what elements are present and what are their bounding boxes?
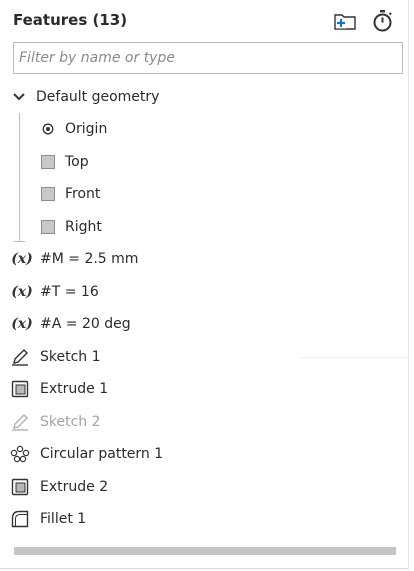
feature-label: Sketch 2 <box>40 414 101 430</box>
plane-icon <box>38 217 58 237</box>
feature-label: Fillet 1 <box>40 511 87 527</box>
sketch-icon <box>10 347 30 367</box>
geometry-item-origin[interactable]: Origin <box>38 115 408 143</box>
chevron-down-icon[interactable] <box>9 87 29 107</box>
origin-icon <box>38 119 58 139</box>
panel-header: Features (13) <box>13 9 398 33</box>
geometry-item-label: Right <box>65 219 102 235</box>
feature-item-extrude-1[interactable]: Extrude 1 <box>10 375 408 403</box>
feature-label: Extrude 1 <box>40 381 109 397</box>
panel-title: Features (13) <box>13 11 128 29</box>
variable-icon: (x) <box>11 316 33 332</box>
tree-guide-end <box>14 241 25 242</box>
variable-label: #M = 2.5 mm <box>40 251 139 267</box>
stopwatch-icon[interactable] <box>370 9 396 33</box>
extrude-icon <box>10 379 30 399</box>
filter-input[interactable] <box>14 43 402 73</box>
folder-add-icon[interactable] <box>333 9 359 33</box>
filter-input-box[interactable] <box>13 42 403 74</box>
fillet-icon <box>10 509 30 529</box>
geometry-item-label: Origin <box>65 121 108 137</box>
circular-pattern-icon <box>10 444 30 464</box>
geometry-item-top[interactable]: Top <box>38 148 408 176</box>
variable-item[interactable]: (x) #A = 20 deg <box>10 310 408 338</box>
variable-item[interactable]: (x) #M = 2.5 mm <box>10 245 408 273</box>
variable-label: #A = 20 deg <box>40 316 131 332</box>
extrude-icon <box>10 477 30 497</box>
feature-item-circular-pattern-1[interactable]: Circular pattern 1 <box>10 440 408 468</box>
feature-item-extrude-2[interactable]: Extrude 2 <box>10 473 408 501</box>
feature-item-sketch-1[interactable]: Sketch 1 <box>10 343 408 371</box>
default-geometry-group[interactable]: Default geometry <box>9 83 408 111</box>
variable-icon: (x) <box>11 284 33 300</box>
horizontal-scrollbar[interactable] <box>14 547 396 555</box>
feature-list-panel: Features (13) Default geometry <box>0 0 409 569</box>
variable-icon: (x) <box>11 251 33 267</box>
variable-item[interactable]: (x) #T = 16 <box>10 278 408 306</box>
geometry-item-label: Top <box>65 154 89 170</box>
feature-label: Circular pattern 1 <box>40 446 164 462</box>
sketch-icon <box>10 412 30 432</box>
feature-item-fillet-1[interactable]: Fillet 1 <box>10 505 408 533</box>
feature-label: Extrude 2 <box>40 479 109 495</box>
feature-label: Sketch 1 <box>40 349 101 365</box>
geometry-item-right[interactable]: Right <box>38 213 408 241</box>
default-geometry-label: Default geometry <box>36 89 160 105</box>
variable-label: #T = 16 <box>40 284 99 300</box>
plane-icon <box>38 184 58 204</box>
geometry-item-front[interactable]: Front <box>38 180 408 208</box>
feature-item-sketch-2[interactable]: Sketch 2 <box>10 408 408 436</box>
geometry-item-label: Front <box>65 186 101 202</box>
plane-icon <box>38 152 58 172</box>
tree-guide-line <box>19 113 20 241</box>
